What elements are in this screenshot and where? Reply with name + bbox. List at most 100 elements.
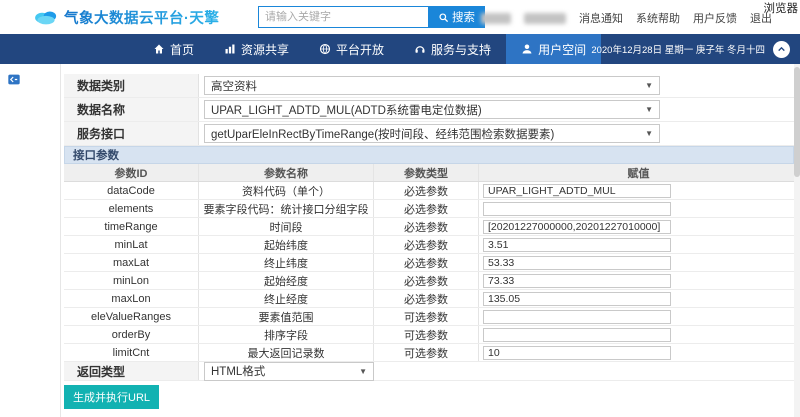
param-value-input-minLat[interactable] [483, 238, 671, 252]
link-user-feedback[interactable]: 用户反馈 [693, 10, 737, 26]
param-id: elements [64, 200, 199, 217]
param-type: 必选参数 [374, 200, 479, 217]
main-nav: 首页 资源共享 平台开放 服务与支持 用户空间 2020年 [0, 34, 800, 64]
form-row-service-interface: 服务接口 getUparEleInRectByTimeRange(按时间段、经纬… [64, 122, 794, 146]
headset-icon [414, 43, 426, 55]
nav-item-user-space[interactable]: 用户空间 [506, 34, 601, 64]
param-value-input-maxLon[interactable] [483, 292, 671, 306]
scrollbar[interactable] [794, 64, 800, 417]
globe-icon [319, 43, 331, 55]
section-header-interface-params: 接口参数 [64, 146, 794, 164]
link-message-notice[interactable]: 消息通知 [579, 10, 623, 26]
scroll-top-button[interactable] [773, 41, 790, 58]
search-button[interactable]: 搜索 [428, 6, 485, 28]
table-row: limitCnt 最大返回记录数 可选参数 [64, 344, 794, 362]
param-type: 必选参数 [374, 272, 479, 289]
param-table-header: 参数ID 参数名称 参数类型 赋值 [64, 164, 794, 182]
nav-item-home[interactable]: 首页 [138, 34, 209, 64]
param-value-input-maxLat[interactable] [483, 256, 671, 270]
param-id: minLat [64, 236, 199, 253]
data-category-label: 数据类别 [64, 74, 199, 97]
data-category-select[interactable]: 高空资料 ▼ [204, 76, 660, 95]
service-interface-label: 服务接口 [64, 122, 199, 145]
return-type-label: 返回类型 [64, 362, 199, 380]
param-id: dataCode [64, 182, 199, 199]
chevron-down-icon: ▼ [645, 105, 653, 114]
param-value-input-orderBy[interactable] [483, 328, 671, 342]
param-id: timeRange [64, 218, 199, 235]
scrollbar-thumb[interactable] [794, 67, 800, 177]
param-name: 排序字段 [199, 326, 374, 343]
user-icon [521, 43, 533, 55]
table-row: timeRange 时间段 必选参数 [64, 218, 794, 236]
param-value-input-elements[interactable] [483, 202, 671, 216]
chevron-up-icon [777, 45, 786, 54]
param-name: 资料代码（单个） [199, 182, 374, 199]
param-name: 终止纬度 [199, 254, 374, 271]
logo-cloud-icon [32, 7, 60, 27]
param-type: 必选参数 [374, 218, 479, 235]
chevron-down-icon: ▼ [359, 367, 367, 376]
param-id: minLon [64, 272, 199, 289]
redacted-user-info [524, 13, 566, 24]
param-type: 可选参数 [374, 308, 479, 325]
param-value-input-dataCode[interactable] [483, 184, 671, 198]
app-title: 气象大数据云平台·天擎 [64, 7, 219, 28]
bar-chart-icon [224, 43, 236, 55]
param-type: 可选参数 [374, 344, 479, 361]
param-value-input-timeRange[interactable] [483, 220, 671, 234]
app-logo: 气象大数据云平台·天擎 [32, 7, 219, 28]
sidebar-collapse-icon[interactable] [7, 73, 21, 86]
top-right-links: 消息通知 系统帮助 用户反馈 退出 [481, 10, 772, 26]
form-row-data-name: 数据名称 UPAR_LIGHT_ADTD_MUL(ADTD系统雷电定位数据) ▼ [64, 98, 794, 122]
chevron-down-icon: ▼ [645, 129, 653, 138]
browser-label[interactable]: 浏览器 [764, 0, 799, 16]
nav-item-service-support[interactable]: 服务与支持 [399, 34, 506, 64]
param-value-input-eleValueRanges[interactable] [483, 310, 671, 324]
search-icon [438, 12, 449, 23]
param-name: 时间段 [199, 218, 374, 235]
nav-item-platform-open[interactable]: 平台开放 [304, 34, 399, 64]
nav-date: 2020年12月28日 星期一 庚子年 冬月十四 [591, 42, 765, 56]
param-id: orderBy [64, 326, 199, 343]
nav-items: 首页 资源共享 平台开放 服务与支持 用户空间 [138, 34, 601, 64]
generate-url-button[interactable]: 生成并执行URL [64, 385, 159, 409]
home-icon [153, 43, 165, 55]
table-row: maxLat 终止纬度 必选参数 [64, 254, 794, 272]
return-type-select[interactable]: HTML格式 ▼ [204, 362, 374, 381]
col-header-param-id: 参数ID [64, 164, 199, 181]
col-header-param-value: 赋值 [479, 164, 794, 181]
nav-item-resource-share[interactable]: 资源共享 [209, 34, 304, 64]
form-row-return-type: 返回类型 HTML格式 ▼ [64, 362, 794, 381]
param-type: 必选参数 [374, 236, 479, 253]
table-row: orderBy 排序字段 可选参数 [64, 326, 794, 344]
main-content: 数据类别 高空资料 ▼ 数据名称 UPAR_LIGHT_ADTD_MUL(ADT… [0, 64, 800, 417]
param-id: eleValueRanges [64, 308, 199, 325]
param-name: 起始纬度 [199, 236, 374, 253]
form-row-data-category: 数据类别 高空资料 ▼ [64, 74, 794, 98]
table-row: minLat 起始纬度 必选参数 [64, 236, 794, 254]
chevron-down-icon: ▼ [645, 81, 653, 90]
service-interface-select[interactable]: getUparEleInRectByTimeRange(按时间段、经纬范围检索数… [204, 124, 660, 143]
param-type: 必选参数 [374, 254, 479, 271]
col-header-param-name: 参数名称 [199, 164, 374, 181]
table-row: elements 要素字段代码：统计接口分组字段 必选参数 [64, 200, 794, 218]
param-name: 要素字段代码：统计接口分组字段 [199, 200, 374, 217]
table-row: maxLon 终止经度 必选参数 [64, 290, 794, 308]
param-id: maxLon [64, 290, 199, 307]
table-row: minLon 起始经度 必选参数 [64, 272, 794, 290]
search-input[interactable] [258, 6, 428, 28]
param-value-input-limitCnt[interactable] [483, 346, 671, 360]
link-system-help[interactable]: 系统帮助 [636, 10, 680, 26]
side-divider [60, 64, 61, 417]
data-name-select[interactable]: UPAR_LIGHT_ADTD_MUL(ADTD系统雷电定位数据) ▼ [204, 100, 660, 119]
data-name-label: 数据名称 [64, 98, 199, 121]
param-id: maxLat [64, 254, 199, 271]
param-type: 必选参数 [374, 290, 479, 307]
redacted-user-info [481, 13, 511, 24]
param-name: 最大返回记录数 [199, 344, 374, 361]
param-name: 终止经度 [199, 290, 374, 307]
table-row: eleValueRanges 要素值范围 可选参数 [64, 308, 794, 326]
param-value-input-minLon[interactable] [483, 274, 671, 288]
col-header-param-type: 参数类型 [374, 164, 479, 181]
